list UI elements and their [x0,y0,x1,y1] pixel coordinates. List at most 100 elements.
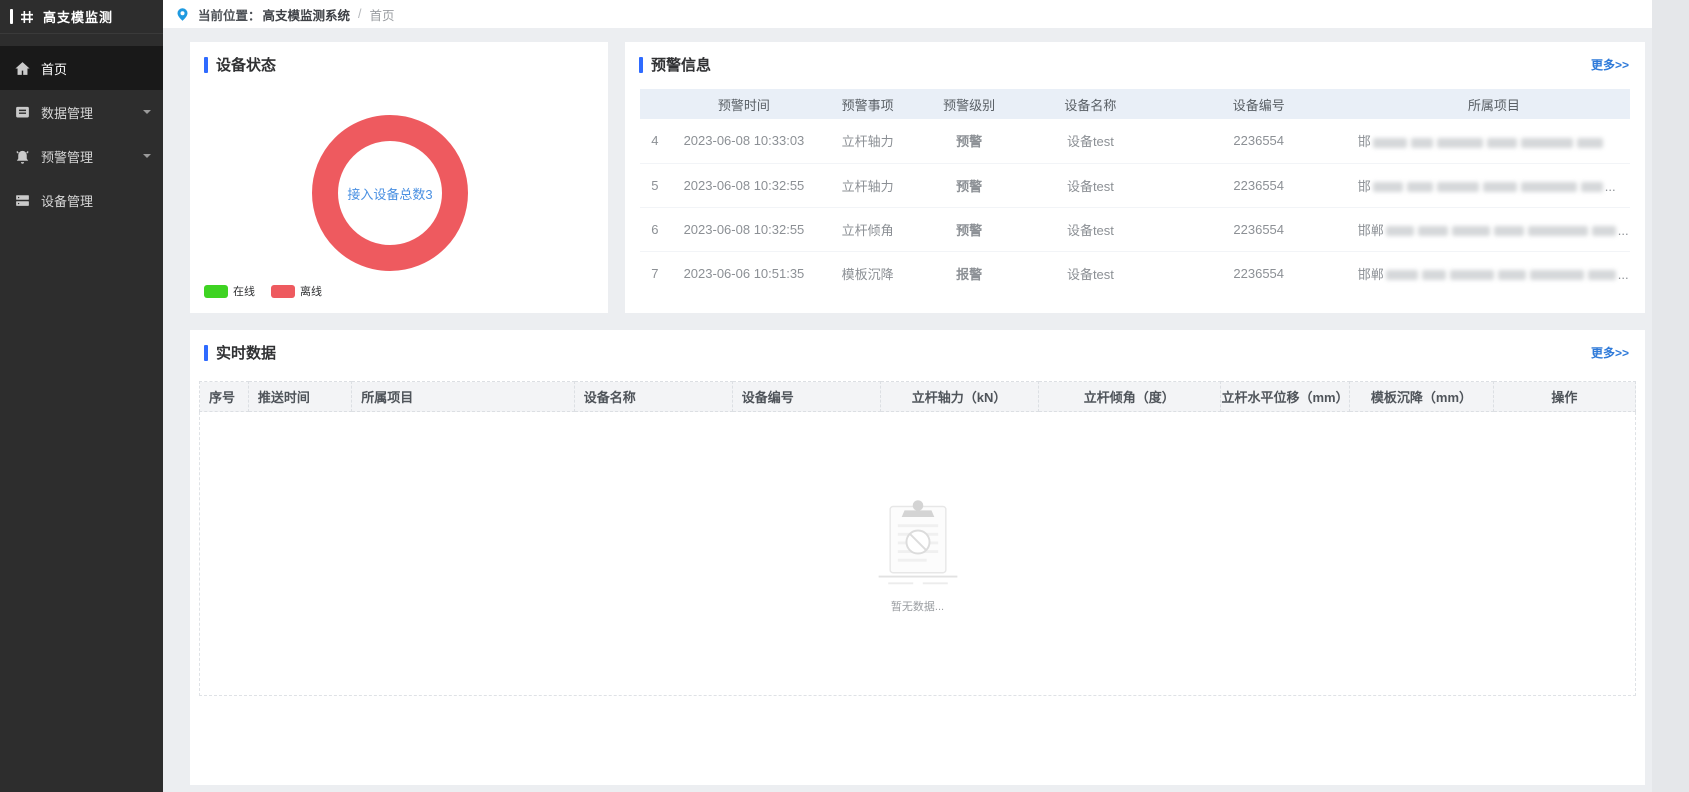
donut-center-label[interactable]: 接入设备总数3 [312,115,468,271]
alert-device-name: 设备test [1021,207,1160,251]
breadcrumb-prefix: 当前位置： [198,5,261,24]
realtime-col-header: 所属项目 [352,382,575,412]
realtime-table-empty-area: 暂无数据... [199,412,1636,696]
blurred-text [1521,138,1573,148]
sidebar-item-label: 设备管理 [41,191,93,210]
realtime-col-header: 设备名称 [574,382,732,412]
realtime-col-header: 模板沉降（mm） [1350,382,1494,412]
blurred-text [1521,182,1577,192]
alert-device-no: 2236554 [1160,163,1358,207]
alert-time: 2023-06-08 10:32:55 [670,207,819,251]
breadcrumb-app-link[interactable]: 高支模监测系统 [263,5,351,24]
alerts-title: 预警信息 [651,54,711,75]
project-ellipsis: ... [1605,179,1616,194]
blurred-text [1418,226,1448,236]
alert-time: 2023-06-08 10:32:55 [670,163,819,207]
realtime-table-header: 序号推送时间所属项目设备名称设备编号立杆轴力（kN）立杆倾角（度）立杆水平位移（… [200,382,1636,412]
legend-item-在线[interactable]: 在线 [204,283,255,299]
alert-item: 模板沉降 [818,251,917,295]
device-status-title: 设备状态 [216,54,276,75]
alert-project: 邯郸... [1358,251,1630,295]
blurred-text [1437,138,1483,148]
blurred-text [1373,182,1403,192]
sidebar-menu: 首页数据管理预警管理设备管理 [0,46,163,222]
blurred-text [1577,138,1603,148]
device-icon [14,192,31,209]
device-status-panel: 设备状态 接入设备总数3 在线离线 [190,42,608,313]
alert-time: 2023-06-08 10:33:03 [670,119,819,163]
alert-device-no: 2236554 [1160,251,1358,295]
sidebar-item-首页[interactable]: 首页 [0,46,163,90]
sidebar: 高支模监测 首页数据管理预警管理设备管理 [0,0,163,792]
blurred-text [1411,138,1433,148]
alarm-icon [14,148,31,165]
alert-item: 立杆轴力 [818,119,917,163]
sidebar-item-label: 预警管理 [41,147,93,166]
legend-label: 在线 [233,283,255,299]
alerts-col-header: 设备名称 [1021,89,1160,119]
data-icon [14,104,31,121]
title-accent-bar [639,57,643,73]
alert-row: 42023-06-08 10:33:03立杆轴力预警设备test2236554邯 [640,119,1630,163]
blurred-text [1581,182,1603,192]
alert-device-name: 设备test [1021,163,1160,207]
grid-logo-icon [19,9,35,25]
title-accent-bar [204,57,208,73]
sidebar-item-预警管理[interactable]: 预警管理 [0,134,163,178]
alerts-table: 预警时间预警事项预警级别设备名称设备编号所属项目 42023-06-08 10:… [640,89,1630,295]
blurred-text [1386,270,1418,280]
page-right-gutter [1652,0,1689,792]
legend-swatch [271,285,295,298]
realtime-col-header: 立杆倾角（度） [1038,382,1220,412]
blurred-text [1386,226,1414,236]
alerts-col-header: 所属项目 [1358,89,1630,119]
blurred-text [1450,270,1494,280]
no-data-icon [874,494,962,590]
project-ellipsis: ... [1618,223,1629,238]
alerts-panel: 预警信息 更多>> 预警时间预警事项预警级别设备名称设备编号所属项目 42023… [625,42,1645,313]
alert-project: 邯 [1358,119,1630,163]
logo-bar-icon [10,9,13,24]
alerts-col-header: 预警事项 [818,89,917,119]
alerts-more-link[interactable]: 更多>> [1591,56,1629,73]
sidebar-item-label: 首页 [41,59,67,78]
project-prefix: 邯郸 [1358,223,1384,238]
blurred-text [1452,226,1490,236]
no-data-text: 暂无数据... [891,598,944,614]
legend-swatch [204,285,228,298]
alert-device-name: 设备test [1021,251,1160,295]
blurred-text [1588,270,1616,280]
sidebar-item-设备管理[interactable]: 设备管理 [0,178,163,222]
alert-level-badge: 预警 [917,207,1021,251]
blurred-text [1437,182,1479,192]
alert-project: 邯郸... [1358,207,1630,251]
alert-item: 立杆倾角 [818,207,917,251]
alert-row-index: 7 [640,251,670,295]
alert-row-index: 6 [640,207,670,251]
project-prefix: 邯郸 [1358,267,1384,282]
alert-level-badge: 预警 [917,163,1021,207]
blurred-text [1483,182,1517,192]
alert-row-index: 4 [640,119,670,163]
blurred-text [1422,270,1446,280]
breadcrumb-current: 首页 [370,5,395,24]
blurred-text [1373,138,1407,148]
realtime-col-header: 操作 [1493,382,1635,412]
alert-row: 62023-06-08 10:32:55立杆倾角预警设备test2236554邯… [640,207,1630,251]
alert-level-badge: 报警 [917,251,1021,295]
blurred-text [1487,138,1517,148]
breadcrumb-separator: / [358,7,361,21]
alerts-col-index [640,89,670,119]
alert-time: 2023-06-06 10:51:35 [670,251,819,295]
blurred-text [1494,226,1524,236]
sidebar-item-label: 数据管理 [41,103,93,122]
app-logo: 高支模监测 [0,0,163,34]
realtime-more-link[interactable]: 更多>> [1591,344,1629,361]
alerts-table-body: 42023-06-08 10:33:03立杆轴力预警设备test2236554邯… [640,119,1630,295]
sidebar-item-数据管理[interactable]: 数据管理 [0,90,163,134]
alerts-col-header: 设备编号 [1160,89,1358,119]
location-pin-icon [175,7,190,22]
alert-device-no: 2236554 [1160,207,1358,251]
legend-item-离线[interactable]: 离线 [271,283,322,299]
realtime-col-header: 立杆水平位移（mm） [1220,382,1349,412]
